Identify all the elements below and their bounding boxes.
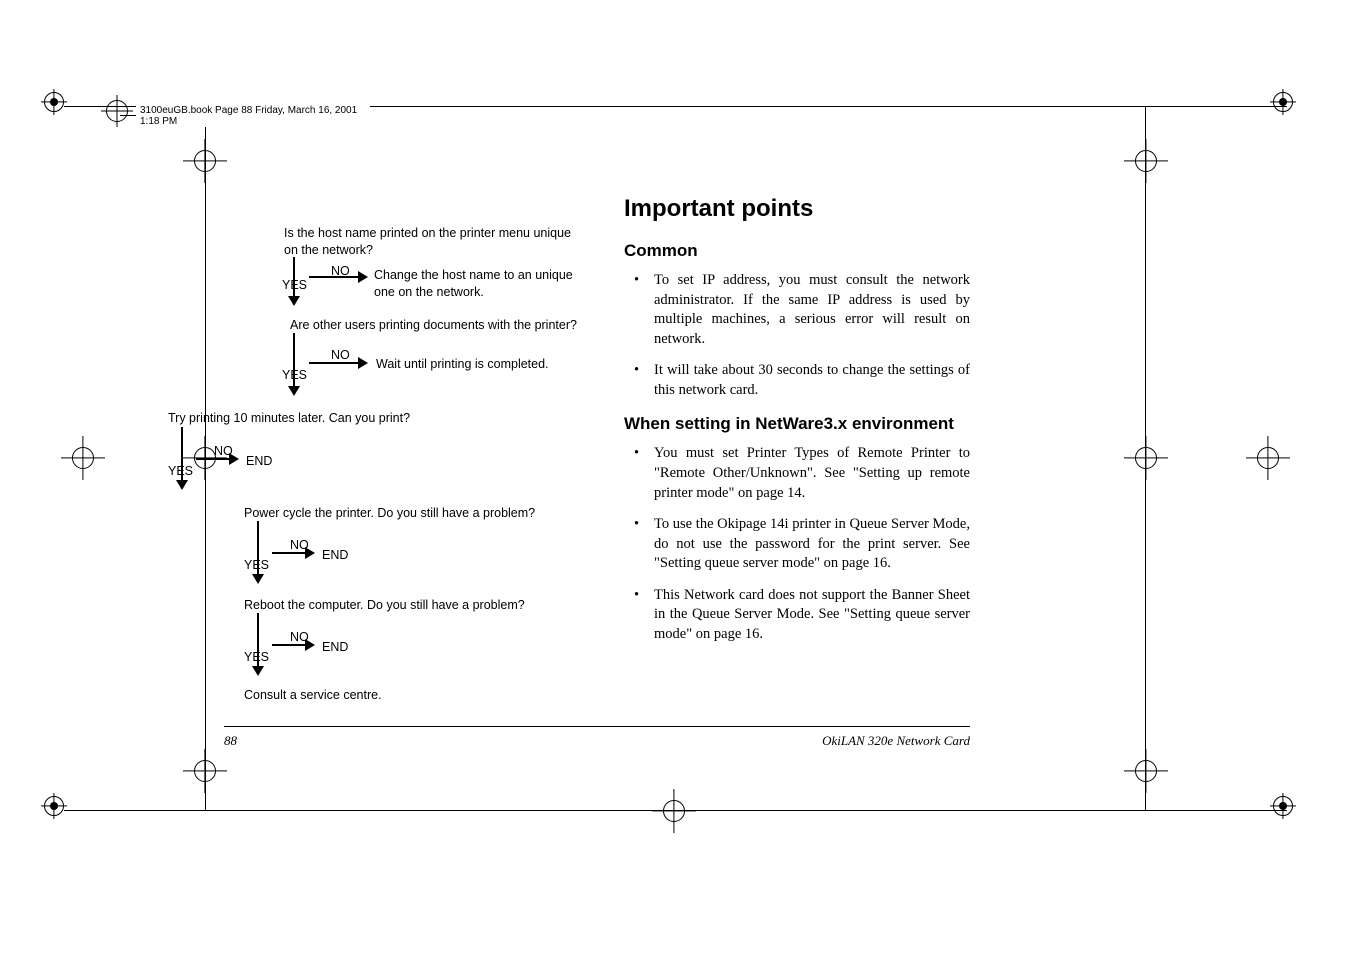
heading-netware: When setting in NetWare3.x environment <box>624 414 970 434</box>
flow-end: END <box>246 453 272 470</box>
crop-mark-icon <box>1273 92 1307 126</box>
registration-cross-icon <box>663 800 685 822</box>
bullet-list: You must set Printer Types of Remote Pri… <box>624 444 970 644</box>
flow-final: Consult a service centre. <box>244 687 382 704</box>
book-tab: 3100euGB.book Page 88 Friday, March 16, … <box>120 108 370 124</box>
registration-cross-icon <box>1257 447 1279 469</box>
text-column: Important points Common To set IP addres… <box>624 195 970 723</box>
flow-question: Reboot the computer. Do you still have a… <box>244 597 564 614</box>
doc-title: OkiLAN 320e Network Card <box>822 733 970 749</box>
flow-question: Power cycle the printer. Do you still ha… <box>244 505 564 522</box>
list-item: This Network card does not support the B… <box>654 586 970 645</box>
page-number: 88 <box>224 733 237 749</box>
flow-end: END <box>322 639 348 656</box>
heading-important: Important points <box>624 195 970 223</box>
list-item: To set IP address, you must consult the … <box>654 271 970 349</box>
bullet-list: To set IP address, you must consult the … <box>624 271 970 400</box>
crop-mark-icon <box>44 796 78 830</box>
list-item: You must set Printer Types of Remote Pri… <box>654 444 970 503</box>
book-tab-text: 3100euGB.book Page 88 Friday, March 16, … <box>136 105 370 127</box>
page-footer: 88 OkiLAN 320e Network Card <box>224 726 970 749</box>
flow-end: END <box>322 547 348 564</box>
heading-common: Common <box>624 241 970 261</box>
crop-mark-icon <box>1273 796 1307 830</box>
flow-action: Wait until printing is completed. <box>376 356 576 373</box>
registration-cross-icon <box>1135 447 1157 469</box>
registration-cross-icon <box>194 760 216 782</box>
list-item: To use the Okipage 14i printer in Queue … <box>654 515 970 574</box>
flow-question: Try printing 10 minutes later. Can you p… <box>168 410 488 427</box>
flow-question: Are other users printing documents with … <box>290 317 580 334</box>
list-item: It will take about 30 seconds to change … <box>654 361 970 400</box>
registration-cross-icon <box>72 447 94 469</box>
page-content: Is the host name printed on the printer … <box>224 195 970 723</box>
flowchart: Is the host name printed on the printer … <box>224 195 564 723</box>
flow-action: Change the host name to an unique one on… <box>374 267 574 301</box>
registration-cross-icon <box>1135 760 1157 782</box>
registration-cross-icon <box>194 150 216 172</box>
crop-mark-icon <box>44 92 78 126</box>
flow-question: Is the host name printed on the printer … <box>284 225 574 259</box>
registration-cross-icon <box>1135 150 1157 172</box>
